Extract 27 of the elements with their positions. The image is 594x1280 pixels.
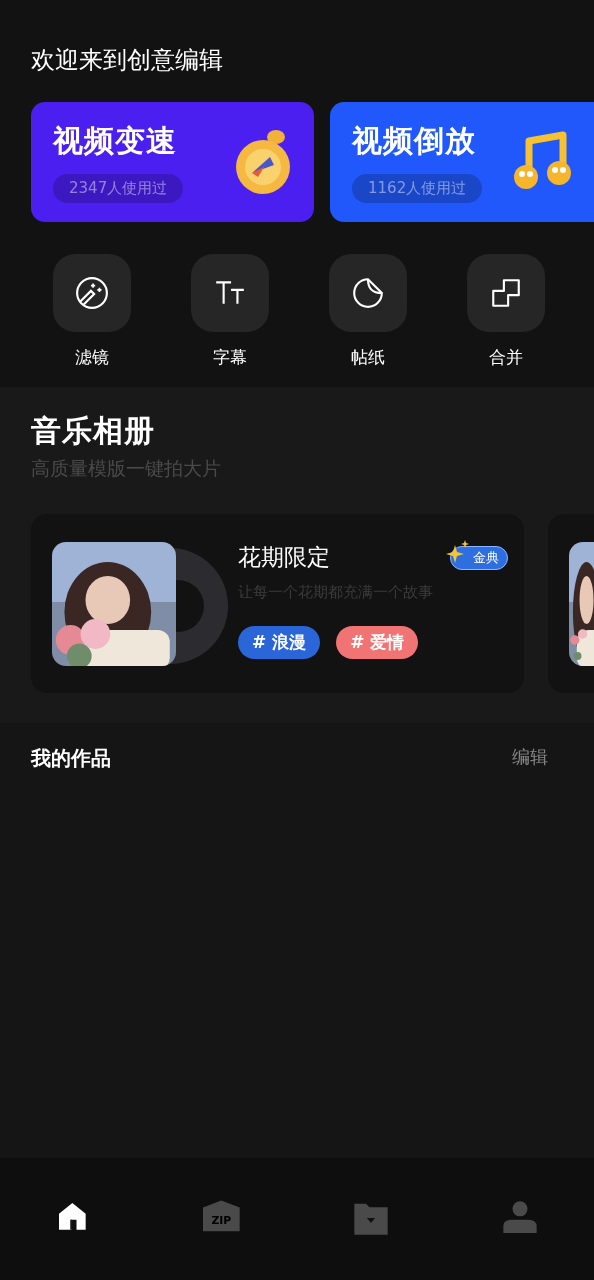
zip-label: ZIP <box>211 1213 231 1227</box>
filter-tool-button[interactable] <box>53 254 131 332</box>
feature-card[interactable]: 视频倒放 1162人使用过 <box>330 102 594 222</box>
merge-icon <box>489 276 523 310</box>
sticker-icon <box>351 276 385 310</box>
filter-icon <box>75 276 109 310</box>
stopwatch-icon <box>234 129 292 195</box>
edit-link[interactable]: 编辑 <box>512 745 548 769</box>
merge-tool-button[interactable] <box>467 254 545 332</box>
section-title: 我的作品 <box>31 745 111 772</box>
usage-count: 1162人使用过 <box>352 174 483 203</box>
feature-card[interactable]: 视频变速 2347人使用过 <box>31 102 314 222</box>
sticker-tool-button[interactable] <box>329 254 407 332</box>
usage-count: 2347人使用过 <box>53 174 184 203</box>
tool-label: 字幕 <box>213 346 247 369</box>
feature-title: 视频倒放 <box>352 122 477 160</box>
album-card[interactable] <box>548 514 594 693</box>
tool-label: 合并 <box>489 346 523 369</box>
page-title: 欢迎来到创意编辑 <box>31 45 224 76</box>
tag[interactable]: # 浪漫 <box>238 626 321 659</box>
feature-title: 视频变速 <box>53 122 178 160</box>
tool-label: 滤镜 <box>75 346 109 369</box>
section-title: 音乐相册 <box>31 412 156 450</box>
tag[interactable]: # 爱情 <box>336 626 419 659</box>
text-tool-button[interactable] <box>191 254 269 332</box>
tool-label: 帖纸 <box>351 346 385 369</box>
album-title: 花期限定 <box>238 543 330 572</box>
